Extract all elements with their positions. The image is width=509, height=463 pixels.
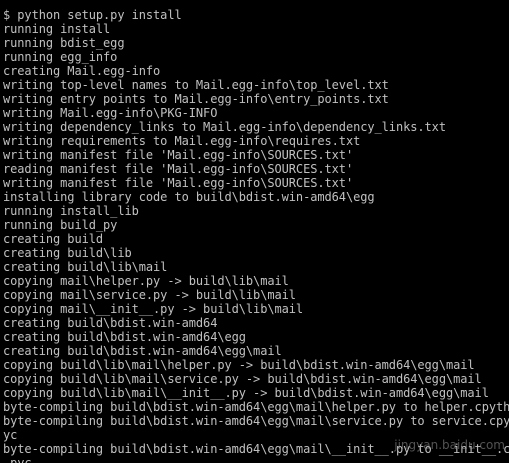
output-line: running egg_info — [3, 50, 118, 64]
output-line: copying build\lib\mail\helper.py -> buil… — [3, 358, 475, 372]
output-line: running install_lib — [3, 204, 139, 218]
output-line: copying build\lib\mail\__init__.py -> bu… — [3, 386, 489, 400]
output-line: copying mail\__init__.py -> build\lib\ma… — [3, 302, 304, 316]
output-line: writing manifest file 'Mail.egg-info\SOU… — [3, 176, 354, 190]
output-line: writing dependency_links to Mail.egg-inf… — [3, 120, 446, 134]
output-line: creating build\lib — [3, 246, 132, 260]
output-line: .pyc — [3, 456, 32, 463]
output-line: running build_py — [3, 218, 118, 232]
output-line: writing top-level names to Mail.egg-info… — [3, 78, 389, 92]
output-line: creating build\lib\mail — [3, 260, 168, 274]
output-line: creating build\bdist.win-amd64 — [3, 316, 218, 330]
output-line: byte-compiling build\bdist.win-amd64\egg… — [3, 400, 509, 414]
output-line: copying mail\service.py -> build\lib\mai… — [3, 288, 296, 302]
output-line: reading manifest file 'Mail.egg-info\SOU… — [3, 162, 354, 176]
output-line: writing requirements to Mail.egg-info\re… — [3, 134, 361, 148]
output-line: creating build\bdist.win-amd64\egg — [3, 330, 246, 344]
output-line: copying build\lib\mail\service.py -> bui… — [3, 372, 482, 386]
output-line: running bdist_egg — [3, 36, 125, 50]
output-line: writing manifest file 'Mail.egg-info\SOU… — [3, 148, 354, 162]
output-line: writing entry points to Mail.egg-info\en… — [3, 92, 389, 106]
output-line: writing Mail.egg-info\PKG-INFO — [3, 106, 218, 120]
output-line: installing library code to build\bdist.w… — [3, 190, 375, 204]
output-line: byte-compiling build\bdist.win-amd64\egg… — [3, 414, 509, 428]
terminal-window[interactable]: $ python setup.py install running install… — [0, 0, 509, 463]
output-line: creating build\bdist.win-amd64\egg\mail — [3, 344, 282, 358]
output-line: creating build — [3, 232, 104, 246]
watermark: jingyan.baidu.com — [394, 438, 505, 452]
output-line: creating Mail.egg-info — [3, 64, 161, 78]
command-line: $ python setup.py install — [3, 8, 182, 22]
output-line: copying mail\helper.py -> build\lib\mail — [3, 274, 289, 288]
output-line: running install — [3, 22, 111, 36]
terminal-output: $ python setup.py install running install… — [3, 0, 509, 463]
